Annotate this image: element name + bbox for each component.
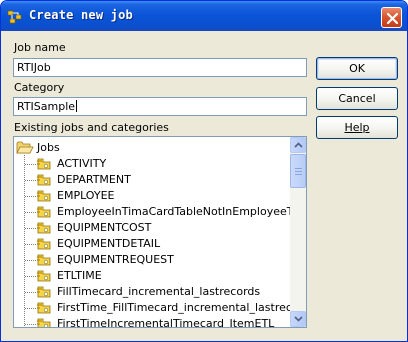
scroll-down-button[interactable] xyxy=(290,311,306,327)
tree-item[interactable]: DEPARTMENT xyxy=(14,172,290,188)
tree-item[interactable]: ETLTIME xyxy=(14,268,290,284)
help-button[interactable]: Help xyxy=(316,116,398,139)
thumb-grip xyxy=(295,168,302,169)
tree-item[interactable]: EQUIPMENTDETAIL xyxy=(14,236,290,252)
tree-item-label: EQUIPMENTREQUEST xyxy=(57,253,174,266)
title-bar[interactable]: Create new job xyxy=(1,1,407,31)
scroll-thumb[interactable] xyxy=(290,154,306,188)
help-button-label: Help xyxy=(344,121,370,134)
chevron-down-icon xyxy=(294,316,303,322)
tree-item[interactable]: EmployeeInTimaCardTableNotInEmployeeTabl… xyxy=(14,204,306,220)
tree-root-label: Jobs xyxy=(37,141,60,154)
tree-content: Jobs ACTIVITY DEPARTMENT EMPLOYEE EmployeeI… xyxy=(14,137,306,328)
tree-items: ACTIVITY DEPARTMENT EMPLOYEE EmployeeInTima… xyxy=(14,156,306,328)
cancel-button[interactable]: Cancel xyxy=(316,87,398,110)
tree-item[interactable]: EQUIPMENTREQUEST xyxy=(14,252,290,268)
category-label: Category xyxy=(14,81,65,94)
tree-item[interactable]: FillTimecard_incremental_lastrecords xyxy=(14,284,290,300)
scroll-up-button[interactable] xyxy=(290,137,306,153)
jobs-tree[interactable]: Jobs ACTIVITY DEPARTMENT EMPLOYEE EmployeeI… xyxy=(13,136,307,328)
window-title: Create new job xyxy=(29,8,133,22)
tree-item-label: FirstTime_FillTimecard_incremental_lastr… xyxy=(57,301,307,314)
tree-item[interactable]: FirstTimeIncrementalTimecard_ItemETL xyxy=(14,316,290,328)
tree-item-label: DEPARTMENT xyxy=(57,173,131,186)
job-name-label: Job name xyxy=(14,41,66,54)
tree-item-label: ETLTIME xyxy=(57,269,102,282)
ok-button[interactable]: OK xyxy=(316,57,398,80)
category-value: RTISample xyxy=(17,100,76,113)
tree-scrollbar[interactable] xyxy=(290,137,306,327)
thumb-grip xyxy=(295,171,302,172)
category-field[interactable]: RTISample xyxy=(13,97,307,116)
text-caret xyxy=(76,100,78,112)
job-name-value: RTIJob xyxy=(17,61,51,74)
tree-item-label: EQUIPMENTDETAIL xyxy=(57,237,161,250)
job-icon xyxy=(36,317,52,327)
tree-item[interactable]: ACTIVITY xyxy=(14,156,290,172)
tree-item-label: ACTIVITY xyxy=(57,157,107,170)
thumb-grip xyxy=(295,174,302,175)
app-icon xyxy=(7,9,23,25)
tree-item[interactable]: EQUIPMENTCOST xyxy=(14,220,290,236)
tree-item[interactable]: EMPLOYEE xyxy=(14,188,290,204)
tree-item-label: FirstTimeIncrementalTimecard_ItemETL xyxy=(57,317,275,328)
tree-label: Existing jobs and categories xyxy=(14,121,169,134)
ok-button-label: OK xyxy=(349,62,365,75)
tree-item-label: EMPLOYEE xyxy=(57,189,115,202)
tree-item-label: EmployeeInTimaCardTableNotInEmployeeTabl… xyxy=(57,205,307,218)
close-button[interactable] xyxy=(381,7,402,28)
close-icon xyxy=(386,12,399,25)
tree-item-label: EQUIPMENTCOST xyxy=(57,221,152,234)
tree-item-label: FillTimecard_incremental_lastrecords xyxy=(57,285,261,298)
chevron-up-icon xyxy=(294,142,303,148)
create-new-job-dialog: Create new job Job name RTIJob Category … xyxy=(0,0,408,342)
tree-item[interactable]: FirstTime_FillTimecard_incremental_lastr… xyxy=(14,300,306,316)
cancel-button-label: Cancel xyxy=(338,92,376,105)
job-name-field[interactable]: RTIJob xyxy=(13,58,307,77)
